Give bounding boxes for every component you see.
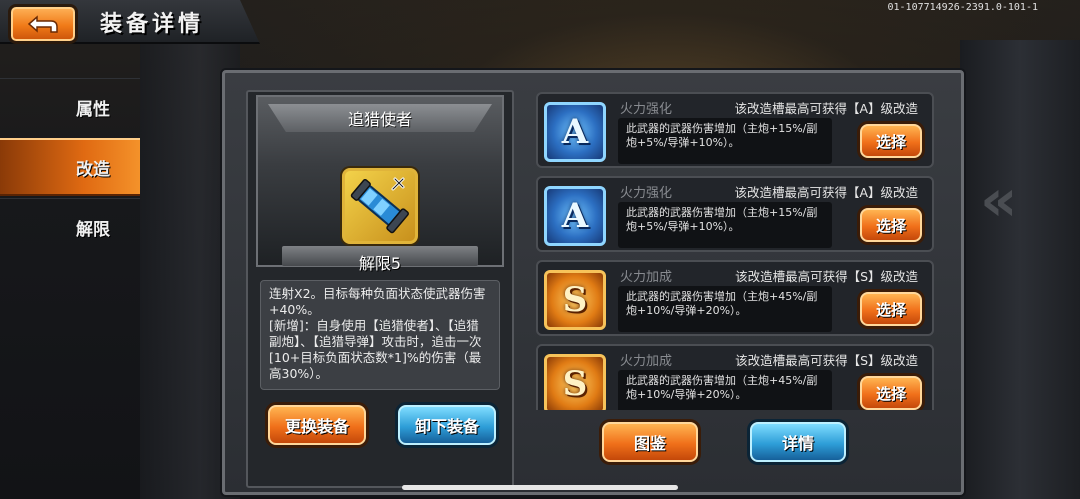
select-mod-button[interactable]: 选择 — [860, 292, 922, 326]
select-mod-button[interactable]: 选择 — [860, 208, 922, 242]
equipment-name: 追猎使者 — [268, 104, 492, 132]
mod-slot: S 火力加成 该改造槽最高可获得【S】级改造 此武器的武器伤害增加（主炮+45%… — [536, 260, 934, 336]
sidebar-item-label: 改造 — [76, 159, 110, 180]
mod-slot: S 火力加成 该改造槽最高可获得【S】级改造 此武器的武器伤害增加（主炮+45%… — [536, 344, 934, 410]
mod-type: 火力加成 — [620, 354, 673, 369]
codex-button[interactable]: 图鉴 — [602, 422, 698, 462]
mod-type: 火力强化 — [620, 186, 673, 201]
page-title: 装备详情 — [100, 12, 205, 37]
mod-slot-note: 该改造槽最高可获得【A】级改造 — [734, 185, 918, 200]
grade-s-icon: S — [544, 354, 606, 410]
back-arrow-icon — [27, 15, 58, 33]
launcher-graphic — [350, 177, 409, 234]
mod-slot: A 火力强化 该改造槽最高可获得【A】级改造 此武器的武器伤害增加（主炮+15%… — [536, 176, 934, 252]
mod-slot-list[interactable]: A 火力强化 该改造槽最高可获得【A】级改造 此武器的武器伤害增加（主炮+15%… — [524, 88, 936, 410]
description-line: 连射X2。目标每种负面状态使武器伤害+40%。 — [269, 286, 486, 317]
grade-s-icon: S — [544, 270, 606, 330]
mod-type: 火力加成 — [620, 270, 673, 285]
build-id-text: 01-107714926-2391.0-101-1 — [887, 2, 1038, 13]
sidebar-item-label: 属性 — [76, 100, 110, 120]
grade-a-icon: A — [544, 186, 606, 246]
mod-description: 此武器的武器伤害增加（主炮+45%/副炮+10%/导弹+20%）。 — [618, 370, 832, 410]
sidebar-item-limit-break[interactable]: 解限 — [0, 198, 140, 256]
select-mod-button[interactable]: 选择 — [860, 376, 922, 410]
back-button[interactable] — [8, 4, 78, 44]
home-indicator[interactable] — [402, 485, 678, 490]
limit-level-label: 解限5 — [358, 254, 402, 273]
mod-slot: A 火力强化 该改造槽最高可获得【A】级改造 此武器的武器伤害增加（主炮+15%… — [536, 92, 934, 168]
chevron-left-icon: « — [980, 166, 1018, 234]
background-wall-right — [960, 40, 1080, 499]
mod-slot-note: 该改造槽最高可获得【S】级改造 — [735, 269, 918, 284]
details-button[interactable]: 详情 — [750, 422, 846, 462]
select-mod-button[interactable]: 选择 — [860, 124, 922, 158]
sidebar-item-modify[interactable]: 改造 — [0, 138, 140, 196]
mod-type: 火力强化 — [620, 102, 673, 117]
mod-description: 此武器的武器伤害增加（主炮+15%/副炮+5%/导弹+10%）。 — [618, 202, 832, 248]
equipment-description: 连射X2。目标每种负面状态使武器伤害+40%。 [新增]：自身使用【追猎使者】、… — [260, 280, 500, 390]
mod-description: 此武器的武器伤害增加（主炮+45%/副炮+10%/导弹+20%）。 — [618, 286, 832, 332]
sidebar-item-label: 解限 — [76, 220, 110, 240]
grade-a-icon: A — [544, 102, 606, 162]
sidebar-item-attributes[interactable]: 属性 — [0, 78, 140, 136]
unequip-button[interactable]: 卸下装备 — [398, 405, 496, 445]
description-line: [新增]：自身使用【追猎使者】、【追猎副炮】、【追猎导弹】攻击时，追击一次[10… — [269, 318, 482, 381]
mod-description: 此武器的武器伤害增加（主炮+15%/副炮+5%/导弹+10%）。 — [618, 118, 832, 164]
homing-launcher-icon[interactable] — [342, 168, 418, 244]
change-equipment-button[interactable]: 更换装备 — [268, 405, 366, 445]
mod-slot-note: 该改造槽最高可获得【S】级改造 — [735, 353, 918, 368]
sidebar: 属性 改造 解限 — [0, 78, 140, 258]
mod-slot-note: 该改造槽最高可获得【A】级改造 — [734, 101, 918, 116]
